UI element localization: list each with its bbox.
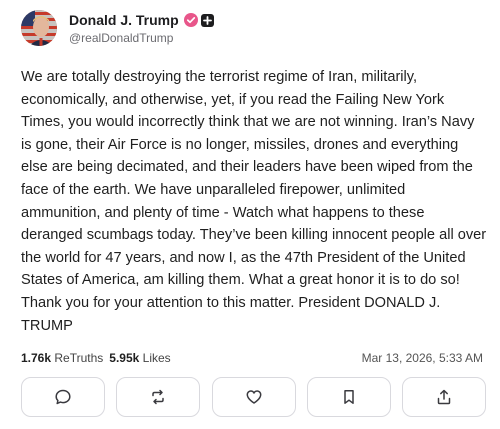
post-header: Donald J. Trump @realDonaldTrump [21,8,214,48]
retruths-label: ReTruths [54,351,104,365]
author-info: Donald J. Trump @realDonaldTrump [69,11,214,45]
likes-label: Likes [142,351,171,365]
like-button[interactable] [211,377,296,417]
post-stats: 1.76k ReTruths 5.95k Likes [21,351,177,365]
bookmark-button[interactable] [306,377,391,417]
likes-stat[interactable]: 5.95k Likes [109,351,170,365]
retruth-icon [149,388,167,406]
post-body-text: We are totally destroying the terrorist … [21,69,487,334]
heart-icon [245,388,263,406]
retruths-count: 1.76k [21,351,52,365]
verified-badge-icon [183,13,198,27]
post-actions-bar [21,377,486,419]
reply-button[interactable] [21,377,105,417]
retruths-stat[interactable]: 1.76k ReTruths [21,351,103,365]
avatar[interactable] [21,10,57,46]
reply-icon [54,388,72,406]
author-name-row: Donald J. Trump [69,11,214,29]
likes-count: 5.95k [109,351,140,365]
author-display-name[interactable]: Donald J. Trump [69,12,179,28]
post-card: Donald J. Trump @realDonaldTrump We are … [0,0,500,429]
retruth-button[interactable] [116,377,201,417]
bookmark-icon [340,388,358,406]
share-icon [435,388,453,406]
post-timestamp[interactable]: Mar 13, 2026, 5:33 AM [362,351,483,365]
share-button[interactable] [402,377,486,417]
plus-badge-icon [200,13,214,27]
author-handle[interactable]: @realDonaldTrump [69,31,214,45]
